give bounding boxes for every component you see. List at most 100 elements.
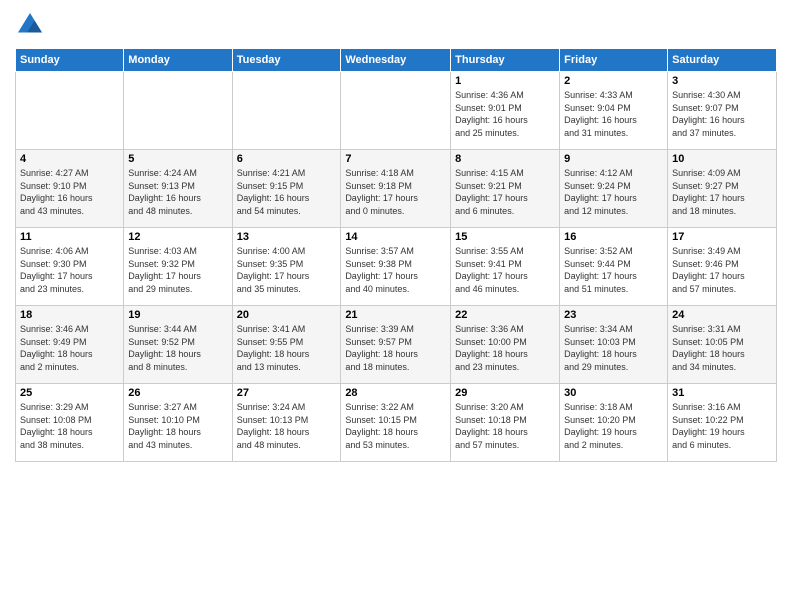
calendar-header-monday: Monday	[124, 49, 232, 72]
day-number: 2	[564, 75, 663, 87]
day-info: Sunrise: 4:27 AMSunset: 9:10 PMDaylight:…	[20, 167, 119, 217]
day-info: Sunrise: 3:20 AMSunset: 10:18 PMDaylight…	[455, 401, 555, 451]
calendar-week-4: 18 Sunrise: 3:46 AMSunset: 9:49 PMDayligh…	[16, 306, 777, 384]
calendar-cell: 29 Sunrise: 3:20 AMSunset: 10:18 PMDaylig…	[451, 384, 560, 462]
day-info: Sunrise: 3:41 AMSunset: 9:55 PMDaylight:…	[237, 323, 337, 373]
calendar-cell: 20 Sunrise: 3:41 AMSunset: 9:55 PMDayligh…	[232, 306, 341, 384]
day-info: Sunrise: 3:24 AMSunset: 10:13 PMDaylight…	[237, 401, 337, 451]
calendar-cell: 5Sunrise: 4:24 AMSunset: 9:13 PMDaylight…	[124, 150, 232, 228]
day-info: Sunrise: 3:22 AMSunset: 10:15 PMDaylight…	[345, 401, 446, 451]
day-info: Sunrise: 4:36 AMSunset: 9:01 PMDaylight:…	[455, 89, 555, 139]
logo-icon	[15, 10, 45, 40]
calendar-cell: 22Sunrise: 3:36 AMSunset: 10:00 PMDaylig…	[451, 306, 560, 384]
calendar-cell	[16, 72, 124, 150]
calendar-cell: 9 Sunrise: 4:12 AMSunset: 9:24 PMDaylight…	[560, 150, 668, 228]
logo	[15, 10, 49, 40]
calendar-cell: 31 Sunrise: 3:16 AMSunset: 10:22 PMDaylig…	[668, 384, 777, 462]
day-info: Sunrise: 3:29 AMSunset: 10:08 PMDaylight…	[20, 401, 119, 451]
calendar-header-saturday: Saturday	[668, 49, 777, 72]
calendar-header-row: SundayMondayTuesdayWednesdayThursdayFrid…	[16, 49, 777, 72]
day-number: 22	[455, 309, 555, 321]
calendar-cell: 27 Sunrise: 3:24 AMSunset: 10:13 PMDaylig…	[232, 384, 341, 462]
calendar-cell: 28 Sunrise: 3:22 AMSunset: 10:15 PMDaylig…	[341, 384, 451, 462]
calendar-cell: 13Sunrise: 4:00 AMSunset: 9:35 PMDayligh…	[232, 228, 341, 306]
header	[15, 10, 777, 40]
day-info: Sunrise: 3:52 AMSunset: 9:44 PMDaylight:…	[564, 245, 663, 295]
calendar-cell: 23 Sunrise: 3:34 AMSunset: 10:03 PMDaylig…	[560, 306, 668, 384]
day-info: Sunrise: 3:34 AMSunset: 10:03 PMDaylight…	[564, 323, 663, 373]
calendar-cell: 3Sunrise: 4:30 AMSunset: 9:07 PMDaylight…	[668, 72, 777, 150]
day-info: Sunrise: 4:21 AMSunset: 9:15 PMDaylight:…	[237, 167, 337, 217]
calendar-cell: 24 Sunrise: 3:31 AMSunset: 10:05 PMDaylig…	[668, 306, 777, 384]
day-info: Sunrise: 4:15 AMSunset: 9:21 PMDaylight:…	[455, 167, 555, 217]
day-info: Sunrise: 3:27 AMSunset: 10:10 PMDaylight…	[128, 401, 227, 451]
day-number: 20	[237, 309, 337, 321]
day-number: 18	[20, 309, 119, 321]
day-number: 7	[345, 153, 446, 165]
calendar-cell: 1Sunrise: 4:36 AMSunset: 9:01 PMDaylight…	[451, 72, 560, 150]
calendar-cell	[232, 72, 341, 150]
calendar-cell: 14 Sunrise: 3:57 AMSunset: 9:38 PMDayligh…	[341, 228, 451, 306]
day-number: 24	[672, 309, 772, 321]
day-number: 30	[564, 387, 663, 399]
day-number: 9	[564, 153, 663, 165]
calendar-cell	[341, 72, 451, 150]
day-number: 15	[455, 231, 555, 243]
day-info: Sunrise: 4:18 AMSunset: 9:18 PMDaylight:…	[345, 167, 446, 217]
calendar-week-3: 11 Sunrise: 4:06 AMSunset: 9:30 PMDayligh…	[16, 228, 777, 306]
calendar-cell: 25 Sunrise: 3:29 AMSunset: 10:08 PMDaylig…	[16, 384, 124, 462]
calendar-header-friday: Friday	[560, 49, 668, 72]
calendar-cell: 18 Sunrise: 3:46 AMSunset: 9:49 PMDayligh…	[16, 306, 124, 384]
calendar-header-sunday: Sunday	[16, 49, 124, 72]
calendar-cell: 4Sunrise: 4:27 AMSunset: 9:10 PMDaylight…	[16, 150, 124, 228]
day-info: Sunrise: 3:49 AMSunset: 9:46 PMDaylight:…	[672, 245, 772, 295]
day-number: 26	[128, 387, 227, 399]
calendar-cell: 30 Sunrise: 3:18 AMSunset: 10:20 PMDaylig…	[560, 384, 668, 462]
calendar-cell: 12Sunrise: 4:03 AMSunset: 9:32 PMDayligh…	[124, 228, 232, 306]
calendar-cell: 7 Sunrise: 4:18 AMSunset: 9:18 PMDaylight…	[341, 150, 451, 228]
day-info: Sunrise: 3:39 AMSunset: 9:57 PMDaylight:…	[345, 323, 446, 373]
day-info: Sunrise: 3:55 AMSunset: 9:41 PMDaylight:…	[455, 245, 555, 295]
calendar-cell: 2 Sunrise: 4:33 AMSunset: 9:04 PMDaylight…	[560, 72, 668, 150]
day-number: 17	[672, 231, 772, 243]
calendar-week-2: 4Sunrise: 4:27 AMSunset: 9:10 PMDaylight…	[16, 150, 777, 228]
day-number: 28	[345, 387, 446, 399]
day-info: Sunrise: 3:46 AMSunset: 9:49 PMDaylight:…	[20, 323, 119, 373]
day-info: Sunrise: 3:31 AMSunset: 10:05 PMDaylight…	[672, 323, 772, 373]
calendar-cell: 16Sunrise: 3:52 AMSunset: 9:44 PMDayligh…	[560, 228, 668, 306]
day-number: 27	[237, 387, 337, 399]
day-info: Sunrise: 4:09 AMSunset: 9:27 PMDaylight:…	[672, 167, 772, 217]
day-info: Sunrise: 3:18 AMSunset: 10:20 PMDaylight…	[564, 401, 663, 451]
day-info: Sunrise: 3:57 AMSunset: 9:38 PMDaylight:…	[345, 245, 446, 295]
calendar-cell: 17 Sunrise: 3:49 AMSunset: 9:46 PMDayligh…	[668, 228, 777, 306]
day-number: 8	[455, 153, 555, 165]
day-number: 13	[237, 231, 337, 243]
calendar-week-1: 1Sunrise: 4:36 AMSunset: 9:01 PMDaylight…	[16, 72, 777, 150]
day-number: 14	[345, 231, 446, 243]
day-info: Sunrise: 4:12 AMSunset: 9:24 PMDaylight:…	[564, 167, 663, 217]
day-number: 25	[20, 387, 119, 399]
calendar-table: SundayMondayTuesdayWednesdayThursdayFrid…	[15, 48, 777, 462]
calendar-cell: 26 Sunrise: 3:27 AMSunset: 10:10 PMDaylig…	[124, 384, 232, 462]
calendar-cell: 8 Sunrise: 4:15 AMSunset: 9:21 PMDaylight…	[451, 150, 560, 228]
calendar-header-tuesday: Tuesday	[232, 49, 341, 72]
calendar-week-5: 25 Sunrise: 3:29 AMSunset: 10:08 PMDaylig…	[16, 384, 777, 462]
calendar-header-wednesday: Wednesday	[341, 49, 451, 72]
calendar-cell	[124, 72, 232, 150]
day-number: 23	[564, 309, 663, 321]
day-number: 10	[672, 153, 772, 165]
page: SundayMondayTuesdayWednesdayThursdayFrid…	[0, 0, 792, 612]
day-info: Sunrise: 3:16 AMSunset: 10:22 PMDaylight…	[672, 401, 772, 451]
day-info: Sunrise: 3:44 AMSunset: 9:52 PMDaylight:…	[128, 323, 227, 373]
calendar-cell: 15 Sunrise: 3:55 AMSunset: 9:41 PMDayligh…	[451, 228, 560, 306]
calendar-cell: 6Sunrise: 4:21 AMSunset: 9:15 PMDaylight…	[232, 150, 341, 228]
day-number: 11	[20, 231, 119, 243]
day-number: 21	[345, 309, 446, 321]
day-number: 29	[455, 387, 555, 399]
calendar-cell: 11 Sunrise: 4:06 AMSunset: 9:30 PMDayligh…	[16, 228, 124, 306]
day-number: 19	[128, 309, 227, 321]
calendar-cell: 21 Sunrise: 3:39 AMSunset: 9:57 PMDayligh…	[341, 306, 451, 384]
day-info: Sunrise: 4:33 AMSunset: 9:04 PMDaylight:…	[564, 89, 663, 139]
day-info: Sunrise: 4:06 AMSunset: 9:30 PMDaylight:…	[20, 245, 119, 295]
day-number: 31	[672, 387, 772, 399]
